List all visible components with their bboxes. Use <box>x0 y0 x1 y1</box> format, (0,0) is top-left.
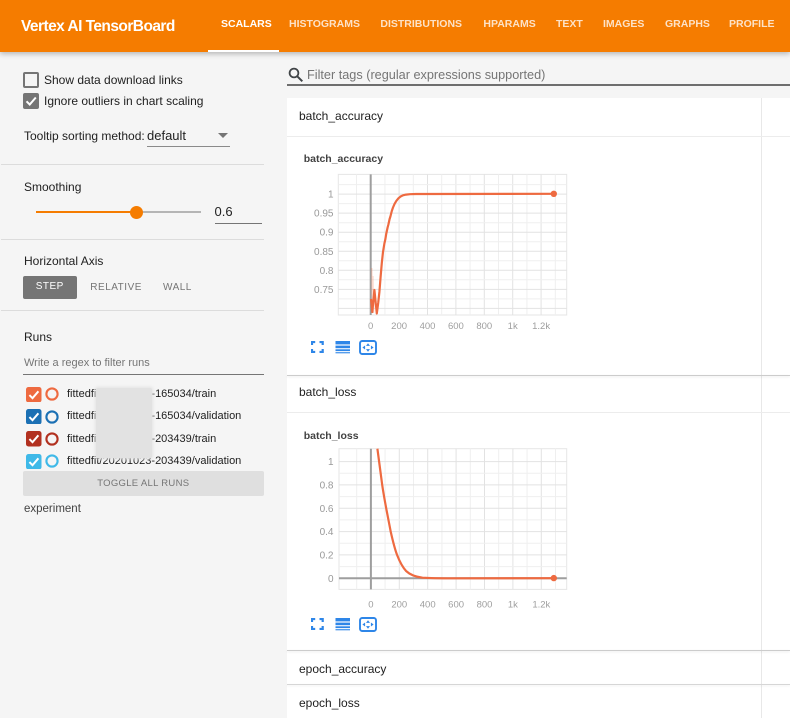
svg-text:1k: 1k <box>508 600 518 611</box>
svg-text:1k: 1k <box>508 321 518 332</box>
svg-text:1: 1 <box>328 190 334 201</box>
svg-text:1.2k: 1.2k <box>532 321 550 332</box>
svg-text:0.75: 0.75 <box>314 285 334 296</box>
svg-text:800: 800 <box>476 321 492 332</box>
svg-text:0.6: 0.6 <box>320 504 334 515</box>
svg-text:0.9: 0.9 <box>320 228 334 239</box>
svg-text:0: 0 <box>368 321 373 332</box>
svg-text:200: 200 <box>391 600 407 611</box>
svg-text:200: 200 <box>391 321 407 332</box>
svg-text:0.2: 0.2 <box>320 550 334 561</box>
svg-text:0.85: 0.85 <box>314 247 334 258</box>
svg-text:400: 400 <box>420 600 436 611</box>
svg-text:600: 600 <box>448 321 464 332</box>
svg-text:800: 800 <box>477 600 493 611</box>
svg-text:0.4: 0.4 <box>320 527 334 538</box>
svg-text:400: 400 <box>420 321 436 332</box>
svg-text:0: 0 <box>328 574 334 585</box>
svg-text:1: 1 <box>328 457 334 468</box>
svg-text:1.2k: 1.2k <box>532 600 550 611</box>
svg-text:0.95: 0.95 <box>314 209 334 220</box>
svg-text:0.8: 0.8 <box>320 480 334 491</box>
svg-text:600: 600 <box>448 600 464 611</box>
svg-text:0.8: 0.8 <box>320 266 334 277</box>
svg-text:0: 0 <box>368 600 373 611</box>
